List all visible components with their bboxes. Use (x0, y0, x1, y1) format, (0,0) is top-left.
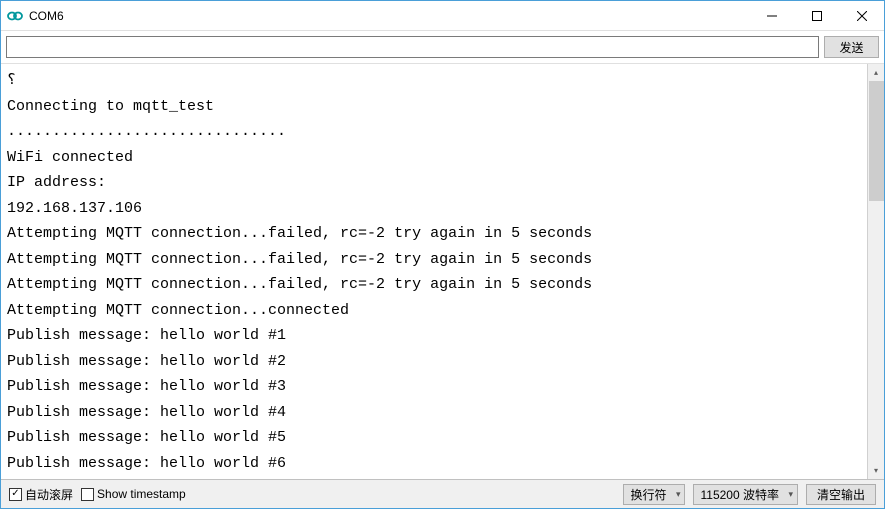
autoscroll-checkbox[interactable]: ✓ (9, 488, 22, 501)
serial-monitor-window: COM6 发送 ⸮ Connecting to mqtt_test ......… (0, 0, 885, 509)
timestamp-checkbox[interactable] (81, 488, 94, 501)
window-controls (749, 1, 884, 30)
timestamp-checkbox-wrap[interactable]: Show timestamp (81, 487, 186, 501)
scroll-down-arrow[interactable]: ▾ (868, 462, 884, 479)
autoscroll-checkbox-wrap[interactable]: ✓ 自动滚屏 (9, 486, 73, 503)
scroll-thumb[interactable] (869, 81, 884, 201)
input-row: 发送 (1, 31, 884, 64)
scroll-up-arrow[interactable]: ▴ (868, 64, 884, 81)
serial-input[interactable] (6, 36, 819, 58)
baud-rate-label: 115200 波特率 (700, 486, 779, 503)
maximize-button[interactable] (794, 1, 839, 30)
send-button[interactable]: 发送 (824, 36, 879, 58)
baud-rate-dropdown[interactable]: 115200 波特率 (693, 484, 798, 505)
line-ending-label: 换行符 (630, 486, 666, 503)
arduino-icon (7, 8, 23, 24)
minimize-button[interactable] (749, 1, 794, 30)
titlebar: COM6 (1, 1, 884, 31)
vertical-scrollbar[interactable]: ▴ ▾ (867, 64, 884, 479)
console-area: ⸮ Connecting to mqtt_test ..............… (1, 64, 884, 480)
clear-output-button[interactable]: 清空输出 (806, 484, 876, 505)
timestamp-label: Show timestamp (97, 487, 186, 501)
line-ending-dropdown[interactable]: 换行符 (623, 484, 685, 505)
window-title: COM6 (29, 9, 749, 23)
close-button[interactable] (839, 1, 884, 30)
console-output: ⸮ Connecting to mqtt_test ..............… (1, 64, 867, 479)
autoscroll-label: 自动滚屏 (25, 486, 73, 503)
status-bar: ✓ 自动滚屏 Show timestamp 换行符 115200 波特率 清空输… (1, 480, 884, 508)
